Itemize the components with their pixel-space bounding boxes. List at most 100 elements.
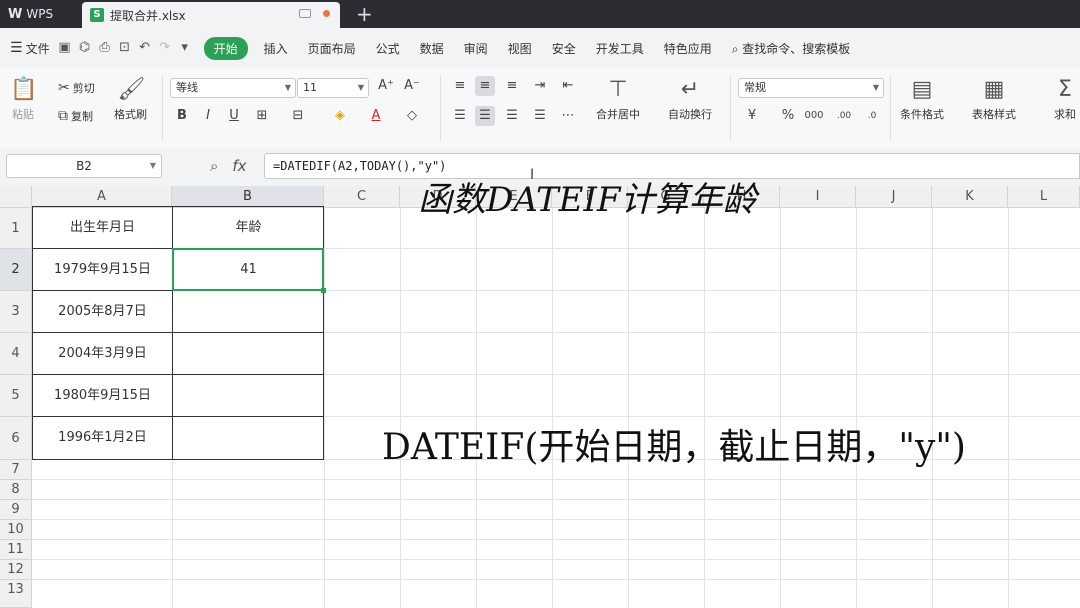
fx-icon[interactable]: fx bbox=[232, 157, 246, 175]
border-icon[interactable]: ⊞ bbox=[252, 106, 272, 126]
more-dropdown-icon[interactable]: ▾ bbox=[178, 41, 192, 55]
hamburger-icon[interactable]: ☰ bbox=[10, 40, 23, 56]
row-header-3[interactable]: 3 bbox=[0, 291, 32, 333]
indent-icon[interactable]: ⇥ bbox=[530, 76, 550, 96]
row-header-9[interactable]: 9 bbox=[0, 500, 32, 520]
thousands-icon[interactable]: 000 bbox=[804, 106, 824, 126]
select-all-corner[interactable] bbox=[0, 186, 32, 208]
row-header-1[interactable]: 1 bbox=[0, 208, 32, 249]
increase-font-icon[interactable]: A⁺ bbox=[376, 76, 396, 96]
tab-page-layout[interactable]: 页面布局 bbox=[298, 40, 366, 57]
tab-view[interactable]: 视图 bbox=[498, 40, 542, 57]
row-header-6[interactable]: 6 bbox=[0, 417, 32, 460]
column-header-i[interactable]: I bbox=[780, 186, 856, 208]
cell-a1[interactable]: 出生年月日 bbox=[33, 207, 173, 249]
cell-a2[interactable]: 1979年9月15日 bbox=[33, 249, 173, 291]
row-header-11[interactable]: 11 bbox=[0, 540, 32, 560]
align-top-icon[interactable]: ≡ bbox=[450, 76, 470, 96]
fill-handle[interactable] bbox=[321, 288, 326, 293]
underline-icon[interactable]: U bbox=[224, 106, 244, 126]
row-header-8[interactable]: 8 bbox=[0, 480, 32, 500]
tab-special[interactable]: 特色应用 bbox=[654, 40, 722, 57]
row-header-10[interactable]: 10 bbox=[0, 520, 32, 540]
cell-a5[interactable]: 1980年9月15日 bbox=[33, 375, 173, 417]
tab-security[interactable]: 安全 bbox=[542, 40, 586, 57]
cut-button[interactable]: ✂ 剪切 bbox=[58, 80, 95, 96]
font-name-select[interactable]: 等线 ▼ bbox=[170, 78, 296, 98]
column-header-b[interactable]: B bbox=[172, 186, 324, 208]
align-center-icon[interactable]: ☰ bbox=[475, 106, 495, 126]
redo-icon[interactable]: ↷ bbox=[158, 41, 172, 55]
unsaved-dot-icon[interactable] bbox=[323, 10, 330, 17]
conditional-format-button[interactable]: ▤ 条件格式 bbox=[900, 78, 944, 122]
paste-button[interactable]: 📋 粘贴 bbox=[10, 78, 37, 122]
copy-button[interactable]: ⧉ 复制 bbox=[58, 108, 93, 124]
cell-a4[interactable]: 2004年3月9日 bbox=[33, 333, 173, 375]
zoom-icon[interactable]: ⌕ bbox=[210, 157, 218, 175]
tab-home[interactable]: 开始 bbox=[203, 36, 248, 60]
command-search[interactable]: ⌕ 查找命令、搜索模板 bbox=[722, 40, 861, 57]
align-left-icon[interactable]: ☰ bbox=[450, 106, 470, 126]
sum-button[interactable]: Σ 求和 bbox=[1052, 78, 1078, 122]
currency-icon[interactable]: ¥ bbox=[742, 106, 762, 126]
align-middle-icon[interactable]: ≡ bbox=[475, 76, 495, 96]
tab-insert[interactable]: 插入 bbox=[254, 40, 298, 57]
font-color-icon[interactable]: A bbox=[366, 106, 386, 126]
align-right-icon[interactable]: ☰ bbox=[502, 106, 522, 126]
row-header-4[interactable]: 4 bbox=[0, 333, 32, 375]
fill-color-icon[interactable]: ◈ bbox=[330, 106, 350, 126]
row-header-5[interactable]: 5 bbox=[0, 375, 32, 417]
wps-home-tab[interactable]: W WPS bbox=[0, 0, 80, 28]
new-tab-plus-icon[interactable]: + bbox=[356, 2, 373, 26]
cell-b6[interactable] bbox=[173, 417, 324, 459]
align-bottom-icon[interactable]: ≡ bbox=[502, 76, 522, 96]
italic-icon[interactable]: I bbox=[198, 106, 218, 126]
cell-b4[interactable] bbox=[173, 333, 324, 375]
file-tab[interactable]: S 提取合并.xlsx bbox=[82, 2, 340, 28]
column-header-j[interactable]: J bbox=[856, 186, 932, 208]
cell-b3[interactable] bbox=[173, 291, 324, 333]
row-header-2[interactable]: 2 bbox=[0, 249, 32, 291]
distribute-icon[interactable]: ⋯ bbox=[558, 106, 578, 126]
row-header-12[interactable]: 12 bbox=[0, 560, 32, 580]
number-format-select[interactable]: 常规 ▼ bbox=[738, 78, 884, 98]
tab-review[interactable]: 审阅 bbox=[454, 40, 498, 57]
cell-a3[interactable]: 2005年8月7日 bbox=[33, 291, 173, 333]
undo-icon[interactable]: ↶ bbox=[138, 41, 152, 55]
format-painter-button[interactable]: 🖌 格式刷 bbox=[114, 78, 147, 122]
cell-b5[interactable] bbox=[173, 375, 324, 417]
name-box[interactable]: B2 ▼ bbox=[6, 154, 162, 178]
table-style-button[interactable]: ▦ 表格样式 bbox=[972, 78, 1016, 122]
tab-developer[interactable]: 开发工具 bbox=[586, 40, 654, 57]
cell-b1[interactable]: 年龄 bbox=[173, 207, 324, 249]
spreadsheet-grid[interactable]: A B C D E F G H I J K L 1 2 3 4 5 6 7 8 … bbox=[0, 186, 1080, 608]
share-icon[interactable]: ⌬ bbox=[78, 41, 92, 55]
justify-icon[interactable]: ☰ bbox=[530, 106, 550, 126]
monitor-icon[interactable] bbox=[299, 9, 311, 18]
increase-decimal-icon[interactable]: .00 bbox=[834, 106, 854, 126]
percent-icon[interactable]: % bbox=[778, 106, 798, 126]
column-header-a[interactable]: A bbox=[32, 186, 172, 208]
eraser-icon[interactable]: ◇ bbox=[402, 106, 422, 126]
clear-format-icon[interactable]: ⊟ bbox=[288, 106, 308, 126]
save-icon[interactable]: ▣ bbox=[58, 41, 72, 55]
file-menu[interactable]: 文件 bbox=[26, 40, 50, 57]
tab-formulas[interactable]: 公式 bbox=[366, 40, 410, 57]
merge-center-button[interactable]: ⊤ 合并居中 bbox=[596, 78, 640, 122]
decrease-font-icon[interactable]: A⁻ bbox=[402, 76, 422, 96]
font-size-select[interactable]: 11 ▼ bbox=[297, 78, 369, 98]
wrap-text-button[interactable]: ↵ 自动换行 bbox=[668, 78, 712, 122]
row-header-7[interactable]: 7 bbox=[0, 460, 32, 480]
print-icon[interactable]: ⎙ bbox=[98, 41, 112, 55]
row-header-13[interactable]: 13 bbox=[0, 580, 32, 608]
cell-a6[interactable]: 1996年1月2日 bbox=[33, 417, 173, 459]
column-header-k[interactable]: K bbox=[932, 186, 1008, 208]
column-header-c[interactable]: C bbox=[324, 186, 400, 208]
file-menu-group[interactable]: ☰ 文件 bbox=[0, 40, 58, 57]
bold-icon[interactable]: B bbox=[172, 106, 192, 126]
preview-icon[interactable]: ⊡ bbox=[118, 41, 132, 55]
tab-data[interactable]: 数据 bbox=[410, 40, 454, 57]
decrease-decimal-icon[interactable]: .0 bbox=[862, 106, 882, 126]
column-header-l[interactable]: L bbox=[1008, 186, 1080, 208]
outdent-icon[interactable]: ⇤ bbox=[558, 76, 578, 96]
